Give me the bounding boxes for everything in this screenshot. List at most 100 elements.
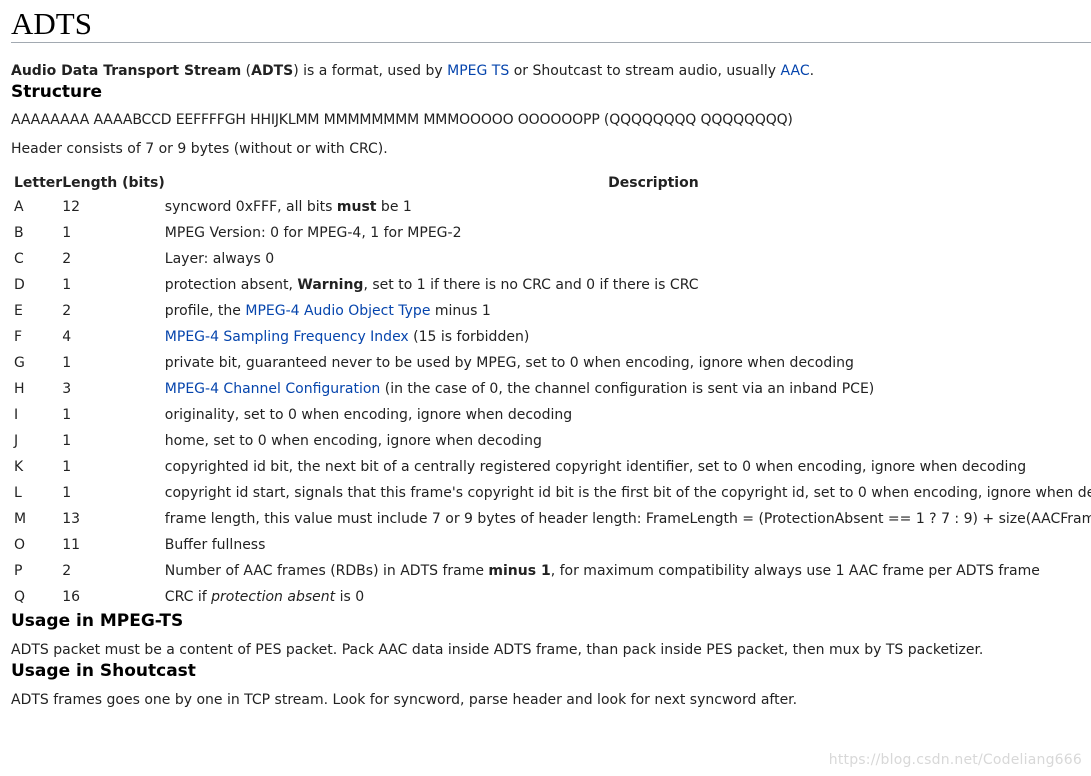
structure-heading: Structure (11, 82, 103, 102)
field-length: 12 (62, 199, 81, 215)
table-header-row: Letter Length (bits) Description (14, 171, 1091, 194)
field-length: 1 (62, 433, 72, 449)
intro-term-full: Audio Data Transport Stream (11, 63, 242, 79)
field-description: private bit, guaranteed never to be used… (165, 350, 1091, 376)
bit-layout: AAAAAAAA AAAABCCD EEFFFFGH HHIJKLMM MMMM… (11, 112, 793, 128)
intro-paragraph: Audio Data Transport Stream (ADTS) is a … (11, 61, 1091, 81)
page-title: ADTS (11, 0, 1091, 43)
table-row: P 2 Number of AAC frames (RDBs) in ADTS fr… (14, 558, 1091, 584)
field-description: MPEG Version: 0 for MPEG-4, 1 for MPEG-2 (165, 220, 1091, 246)
description-text: (in the case of 0, the channel configura… (380, 381, 875, 397)
field-length: 1 (62, 407, 72, 423)
field-letter: E (14, 303, 23, 319)
letter-column-header: Letter (14, 174, 63, 191)
table-row: B 1 MPEG Version: 0 for MPEG-4, 1 for MPEG… (14, 220, 1091, 246)
field-letter: O (14, 537, 26, 553)
description-italic: protection absent (211, 589, 336, 605)
field-length: 2 (62, 251, 72, 267)
description-text: , for maximum compatibility always use 1… (550, 563, 1040, 579)
intro-term-abbr: ADTS (251, 63, 294, 79)
field-description: home, set to 0 when encoding, ignore whe… (165, 428, 1091, 454)
table-row: D 1 protection absent, Warning, set to 1 i… (14, 272, 1091, 298)
field-letter: D (14, 277, 25, 293)
description-text: MPEG Version: 0 for MPEG-4, 1 for MPEG-2 (164, 225, 462, 241)
field-description: originality, set to 0 when encoding, ign… (165, 402, 1091, 428)
table-row: Q 16 CRC if protection absent is 0 (14, 584, 1091, 610)
intro-text-2: or Shoutcast to stream audio, usually (509, 63, 781, 79)
table-body: A 12 syncword 0xFFF, all bits must be 1B1M… (14, 194, 1091, 610)
description-text: (15 is forbidden) (408, 329, 530, 345)
description-text: frame length, this value must include 7 … (164, 511, 1091, 527)
field-description: copyrighted id bit, the next bit of a ce… (165, 454, 1091, 480)
table-row: O 11 Buffer fullness (14, 532, 1091, 558)
field-letter: C (14, 251, 24, 267)
table-row: F 4 MPEG-4 Sampling Frequency Index (15 is… (14, 324, 1091, 350)
description-emphasis: must (336, 199, 377, 215)
field-letter: H (14, 381, 25, 397)
aac-link[interactable]: AAC (781, 63, 810, 79)
description-emphasis: minus 1 (488, 563, 551, 579)
field-letter: P (14, 563, 23, 579)
table-row: L 1 copyright id start, signals that this … (14, 480, 1091, 506)
description-emphasis: Warning (297, 277, 364, 293)
field-letter: B (14, 225, 24, 241)
description-link[interactable]: MPEG-4 Audio Object Type (245, 303, 430, 319)
field-letter: M (14, 511, 27, 527)
table-row: M 13 frame length, this value must include… (14, 506, 1091, 532)
field-length: 1 (62, 459, 72, 475)
field-length: 4 (62, 329, 72, 345)
field-description: Layer: always 0 (165, 246, 1091, 272)
field-length: 13 (62, 511, 81, 527)
field-letter: F (14, 329, 23, 345)
article: ADTS Audio Data Transport Stream (ADTS) … (11, 0, 1091, 710)
mpeg-ts-link[interactable]: MPEG TS (447, 63, 509, 79)
description-text: syncword 0xFFF, all bits (164, 199, 337, 215)
field-letter: L (14, 485, 22, 501)
description-link[interactable]: MPEG-4 Channel Configuration (165, 381, 381, 397)
field-length: 2 (62, 303, 72, 319)
header-size-note: Header consists of 7 or 9 bytes (without… (11, 141, 388, 157)
field-description: MPEG-4 Channel Configuration (in the cas… (165, 376, 1091, 402)
field-description: MPEG-4 Sampling Frequency Index (15 is f… (165, 324, 1091, 350)
intro-text-1: ) is a format, used by (293, 63, 448, 79)
field-letter: I (14, 407, 19, 423)
table-row: G 1 private bit, guaranteed never to be us… (14, 350, 1091, 376)
field-description: copyright id start, signals that this fr… (165, 480, 1091, 506)
field-length: 11 (62, 537, 81, 553)
table-row: C 2 Layer: always 0 (14, 246, 1091, 272)
field-letter: A (14, 199, 24, 215)
table-row: K 1 copyrighted id bit, the next bit of a … (14, 454, 1091, 480)
field-letter: J (14, 433, 19, 449)
description-text: copyright id start, signals that this fr… (164, 485, 1091, 501)
description-text: Number of AAC frames (RDBs) in ADTS fram… (164, 563, 489, 579)
shoutcast-usage-text: ADTS frames goes one by one in TCP strea… (11, 692, 798, 708)
description-column-header: Description (608, 174, 699, 191)
description-text: , set to 1 if there is no CRC and 0 if t… (363, 277, 699, 293)
field-length: 1 (62, 277, 72, 293)
description-text: Buffer fullness (164, 537, 266, 553)
description-text: copyrighted id bit, the next bit of a ce… (164, 459, 1027, 475)
table-row: E 2 profile, the MPEG-4 Audio Object Type … (14, 298, 1091, 324)
description-text: home, set to 0 when encoding, ignore whe… (164, 433, 542, 449)
table-row: H 3 MPEG-4 Channel Configuration (in the c… (14, 376, 1091, 402)
field-description: CRC if protection absent is 0 (165, 584, 1091, 610)
field-letter: G (14, 355, 25, 371)
mpeg-ts-usage-heading: Usage in MPEG-TS (11, 611, 184, 631)
description-link[interactable]: MPEG-4 Sampling Frequency Index (165, 329, 409, 345)
field-description: Number of AAC frames (RDBs) in ADTS fram… (165, 558, 1091, 584)
table-row: I 1 originality, set to 0 when encoding, i… (14, 402, 1091, 428)
field-length: 1 (62, 355, 72, 371)
field-length: 16 (62, 589, 81, 605)
field-description: protection absent, Warning, set to 1 if … (165, 272, 1091, 298)
field-description: syncword 0xFFF, all bits must be 1 (165, 194, 1091, 220)
table-row: A 12 syncword 0xFFF, all bits must be 1 (14, 194, 1091, 220)
field-length: 1 (62, 485, 72, 501)
description-text: be 1 (376, 199, 412, 215)
description-text: profile, the (164, 303, 246, 319)
field-description: frame length, this value must include 7 … (165, 506, 1091, 532)
fields-table: Letter Length (bits) Description A 12 sync… (14, 171, 1091, 610)
intro-text-3: . (809, 63, 815, 79)
shoutcast-usage-heading: Usage in Shoutcast (11, 661, 196, 681)
field-length: 1 (62, 225, 72, 241)
description-text: originality, set to 0 when encoding, ign… (164, 407, 573, 423)
